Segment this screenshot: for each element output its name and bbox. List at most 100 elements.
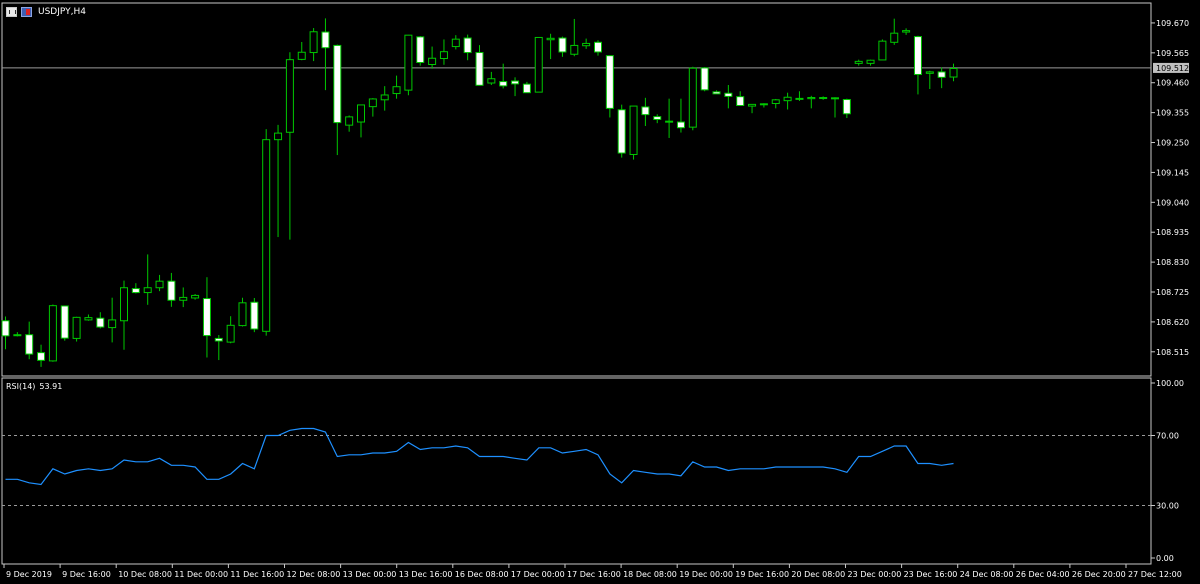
- candle-body: [831, 97, 839, 100]
- candle-body: [179, 296, 188, 301]
- candle-body: [771, 99, 780, 105]
- x-tick-label: 9 Dec 2019: [6, 570, 52, 579]
- candle-body: [700, 67, 709, 91]
- candle-body: [13, 334, 22, 337]
- rsi-name: RSI(14): [6, 382, 36, 391]
- candle-body: [357, 104, 365, 123]
- price-tick-label: 109.460: [1156, 79, 1189, 88]
- candle-body: [416, 36, 425, 64]
- candle-body: [226, 324, 235, 343]
- price-tick-label: 109.355: [1156, 109, 1189, 118]
- candle-body: [297, 51, 306, 60]
- candle-body: [534, 36, 543, 93]
- price-panel-border: [1, 2, 1152, 377]
- candle-body: [570, 44, 579, 55]
- candle-body: [214, 337, 223, 342]
- candle-body: [641, 106, 650, 116]
- candle-body: [605, 55, 614, 109]
- candle-body: [120, 287, 128, 322]
- candle-body: [487, 78, 496, 84]
- rsi-tick-label: 100.00: [1156, 379, 1184, 388]
- rsi-series-line: [5, 427, 954, 486]
- x-tick-label: 13 Dec 00:00: [343, 570, 397, 579]
- x-tick-label: 24 Dec 08:00: [960, 570, 1014, 579]
- x-tick-label: 10 Dec 08:00: [118, 570, 172, 579]
- candle-body: [582, 42, 591, 47]
- price-tick-label: 109.040: [1156, 198, 1189, 207]
- x-tick-label: 13 Dec 16:00: [399, 570, 453, 579]
- price-tick-label: 109.670: [1156, 19, 1189, 28]
- candle-body: [238, 302, 247, 327]
- candle-body: [345, 116, 354, 126]
- candle-body: [202, 298, 211, 337]
- rsi-tick-label: 70.00: [1156, 432, 1179, 441]
- candle-body: [309, 31, 318, 54]
- chart-canvas[interactable]: 109.670 109.565 109.460 109.355 109.250 109.1…: [0, 0, 1200, 584]
- x-tick-label: 18 Dec 08:00: [623, 570, 677, 579]
- candle-body: [1, 320, 10, 337]
- x-tick-label: 19 Dec 00:00: [679, 570, 733, 579]
- candle-body: [285, 59, 294, 133]
- candle-body: [72, 316, 81, 339]
- x-tick-label: 16 Dec 08:00: [455, 570, 509, 579]
- candle-body: [463, 37, 472, 54]
- rsi-value: 53.91: [39, 382, 63, 391]
- candle-body: [902, 30, 911, 33]
- candle-body: [925, 71, 934, 74]
- candle-body: [439, 51, 448, 60]
- candle-body: [665, 120, 674, 123]
- rsi-tick-label: 0.00: [1156, 554, 1174, 563]
- price-tick-label: 108.620: [1156, 318, 1189, 327]
- x-tick-label: 17 Dec 00:00: [511, 570, 565, 579]
- x-tick-label: 20 Dec 08:00: [791, 570, 845, 579]
- candle-body: [854, 60, 863, 64]
- candle-body: [949, 67, 958, 78]
- candle-body: [712, 91, 721, 95]
- symbol-flag-icon[interactable]: [21, 7, 32, 17]
- candle-body: [688, 67, 697, 128]
- candle-body: [60, 305, 69, 339]
- x-tick-label: 23 Dec 16:00: [904, 570, 958, 579]
- chart-header: USDJPY,H4: [6, 5, 86, 19]
- chart-window-icon[interactable]: [6, 7, 17, 17]
- candle-body: [937, 71, 946, 78]
- price-tick-label: 108.830: [1156, 258, 1189, 267]
- candle-body: [866, 59, 875, 64]
- price-tick-label: 108.725: [1156, 288, 1189, 297]
- candle-body: [333, 44, 342, 124]
- candle-body: [48, 305, 57, 362]
- candle-body: [594, 41, 602, 53]
- candle-body: [759, 103, 768, 106]
- candle-body: [724, 92, 733, 97]
- candle-body: [37, 352, 46, 361]
- candle-body: [546, 37, 555, 41]
- candle-body: [748, 103, 757, 107]
- candle-body: [321, 31, 330, 49]
- candle-body: [191, 294, 200, 299]
- candle-body: [451, 38, 460, 48]
- candle-body: [428, 57, 437, 66]
- candle-body: [143, 287, 152, 294]
- x-tick-label: 27 Dec 12:00: [1128, 570, 1182, 579]
- price-tick-label: 109.565: [1156, 49, 1189, 58]
- price-tick-label: 108.515: [1156, 348, 1189, 357]
- candle-body: [380, 94, 389, 101]
- candle-body: [878, 40, 887, 61]
- x-tick-label: 19 Dec 16:00: [735, 570, 789, 579]
- candle-body: [842, 99, 851, 115]
- candle-body: [404, 34, 413, 91]
- candle-body: [25, 334, 34, 355]
- candle-body: [499, 81, 508, 87]
- candle-body: [653, 116, 662, 120]
- price-tick-label: 108.935: [1156, 228, 1189, 237]
- price-tick-label: 109.145: [1156, 168, 1189, 177]
- candle-body: [155, 280, 164, 289]
- x-tick-label: 12 Dec 08:00: [287, 570, 341, 579]
- candle-body: [890, 32, 899, 43]
- candle-body: [250, 301, 259, 330]
- x-tick-label: 11 Dec 16:00: [230, 570, 284, 579]
- candle-body: [475, 52, 484, 86]
- chart-title: USDJPY,H4: [38, 7, 86, 17]
- candle-body: [274, 132, 283, 141]
- candle-body: [736, 96, 745, 107]
